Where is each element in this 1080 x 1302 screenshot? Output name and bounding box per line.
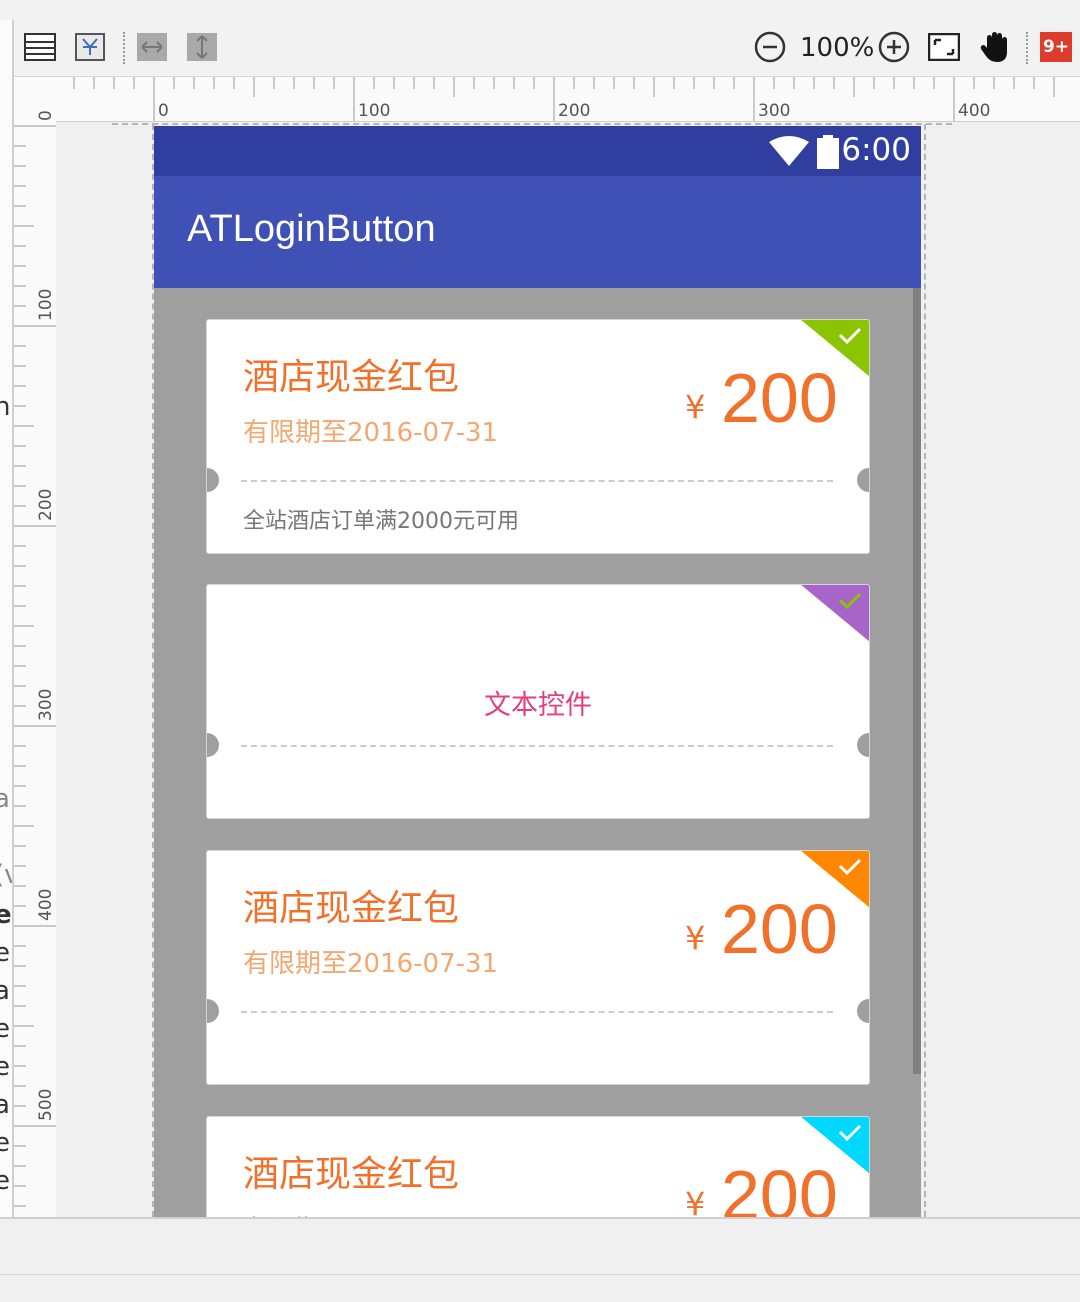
coupon-notch — [207, 999, 219, 1023]
coupon-currency: ¥ — [685, 388, 706, 426]
coupon-amount: 200 — [721, 890, 838, 968]
battery-icon — [817, 135, 839, 169]
coupon-amount: 200 — [721, 1156, 838, 1217]
coupon-card[interactable]: 酒店现金红包 有限期至2016-07-31 ¥ 200 全站酒店订单满2000元… — [206, 319, 870, 554]
coupon-notch — [857, 999, 869, 1023]
toolbar-separator — [1026, 32, 1028, 64]
coupon-date: 有限期至2016-07-31 — [243, 949, 499, 979]
check-icon — [838, 1124, 862, 1142]
coupon-notch — [857, 468, 869, 492]
ruler-label: 500 — [36, 1088, 56, 1121]
expand-vertical-icon[interactable] — [186, 32, 218, 62]
left-panel-fragment: n — [0, 392, 10, 422]
check-icon — [838, 592, 862, 610]
coupon-title: 酒店现金红包 — [243, 357, 460, 398]
vertical-ruler: 0 100 200 300 400 500 — [14, 110, 57, 1217]
app-bar: ATLoginButton — [154, 176, 921, 288]
coupon-divider — [241, 745, 833, 747]
notification-icon[interactable]: 9+ — [1040, 32, 1072, 62]
left-panel-fragment: a — [0, 784, 10, 814]
ruler-label: 0 — [158, 101, 169, 121]
pan-hand-icon[interactable] — [979, 32, 1011, 62]
bottom-panel — [0, 1217, 1080, 1302]
left-panel-fragment: (v — [0, 860, 12, 890]
coupon-currency: ¥ — [685, 1185, 706, 1217]
ruler-label: 400 — [36, 888, 56, 921]
coupon-currency: ¥ — [685, 919, 706, 957]
left-panel-fragment: e — [0, 900, 12, 930]
text-widget-label: 文本控件 — [484, 690, 592, 721]
coupon-notch — [207, 733, 219, 757]
layout-grid-icon[interactable] — [24, 32, 56, 62]
coupon-notch — [207, 468, 219, 492]
toolbar-separator — [123, 32, 125, 64]
wifi-icon — [769, 136, 809, 166]
left-panel-fragment: e — [0, 1128, 10, 1158]
ruler-label: 300 — [36, 688, 56, 721]
check-icon — [838, 327, 862, 345]
zoom-in-icon[interactable] — [878, 31, 910, 63]
coupon-notch — [857, 733, 869, 757]
coupon-card[interactable]: 酒店现金红包 有限期至2016-07-31 ¥ 200 — [206, 850, 870, 1085]
constraints-icon[interactable] — [74, 32, 106, 62]
ruler-label: 100 — [358, 101, 391, 121]
scrollbar[interactable] — [913, 288, 921, 1074]
coupon-divider — [241, 1011, 833, 1013]
left-panel-fragment: a — [0, 1090, 10, 1120]
coupon-date: 有限期至2016-07-31 — [243, 1209, 498, 1217]
coupon-card[interactable]: 酒店现金红包 有限期至2016-07-31 ¥ 200 — [206, 1116, 870, 1217]
left-panel-fragment: el — [0, 938, 12, 968]
top-window-strip — [0, 0, 1080, 21]
device-preview[interactable]: 6:00 ATLoginButton 酒店现金红包 有限期至2016-07-31… — [154, 126, 921, 1217]
status-bar: 6:00 — [154, 126, 921, 176]
coupon-title: 酒店现金红包 — [243, 1154, 460, 1195]
notification-badge: 9+ — [1042, 37, 1070, 57]
coupon-date: 有限期至2016-07-31 — [243, 418, 499, 448]
coupon-amount: 200 — [721, 359, 838, 437]
left-panel-edge: n a (v e el a e e a e e — [0, 20, 14, 1217]
ruler-label: 400 — [958, 101, 991, 121]
ruler-label: 0 — [36, 110, 56, 121]
coupon-card[interactable]: 文本控件 — [206, 584, 870, 819]
zoom-level: 100% — [800, 33, 875, 63]
coupon-divider — [241, 480, 833, 482]
expand-horizontal-icon[interactable] — [136, 32, 168, 62]
left-panel-fragment: e — [0, 1014, 10, 1044]
zoom-out-icon[interactable] — [754, 31, 786, 63]
left-panel-fragment: e — [0, 1052, 10, 1082]
ruler-label: 100 — [36, 288, 56, 321]
left-panel-fragment: e — [0, 1166, 10, 1196]
status-time: 6:00 — [841, 132, 911, 168]
ruler-label: 300 — [758, 101, 791, 121]
layout-editor-toolbar: 100% 9+ — [14, 20, 1080, 77]
left-panel-fragment: a — [0, 976, 10, 1006]
check-icon — [838, 858, 862, 876]
coupon-title: 酒店现金红包 — [243, 888, 460, 929]
coupon-note: 全站酒店订单满2000元可用 — [243, 509, 519, 534]
horizontal-ruler: 0 100 200 300 400 — [56, 77, 1080, 122]
ruler-label: 200 — [558, 101, 591, 121]
fit-screen-icon[interactable] — [928, 32, 960, 62]
app-title: ATLoginButton — [187, 208, 436, 250]
ruler-label: 200 — [36, 488, 56, 521]
